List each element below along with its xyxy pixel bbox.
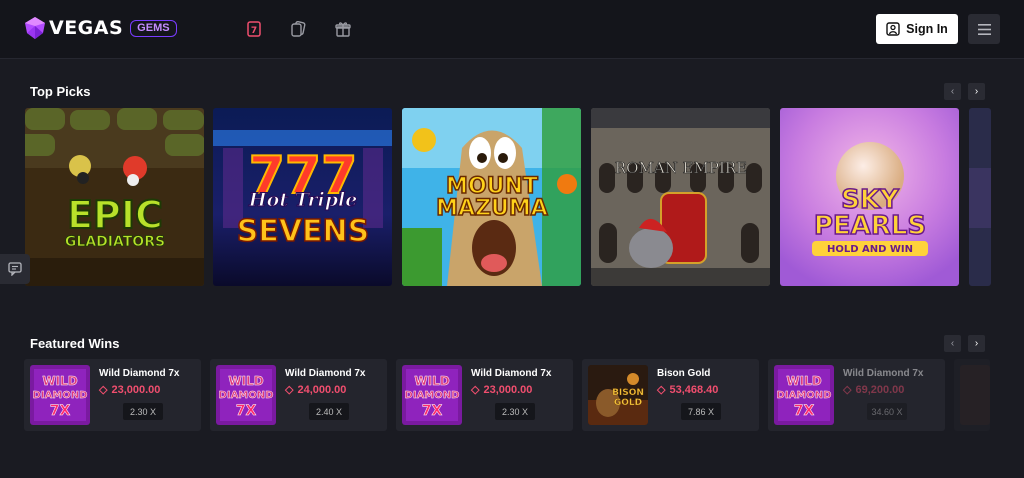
win-game-name: Wild Diamond 7x: [471, 368, 552, 379]
game-thumbnail: BISON GOLD: [588, 365, 648, 425]
game-thumbnail: WILD DIAMOND 7X: [402, 365, 462, 425]
top-picks-next-button[interactable]: ›: [968, 83, 985, 100]
game-card-line2: SEVENS: [237, 214, 370, 249]
game-card-sky-pearls[interactable]: SKY PEARLS HOLD AND WIN: [780, 108, 959, 286]
featured-win-card[interactable]: WILD DIAMOND 7X Wild Diamond 7x ◇ 23,000.…: [24, 359, 201, 431]
win-game-name: Wild Diamond 7x: [99, 368, 180, 379]
win-amount: ◇ 23,000.00: [471, 383, 533, 397]
gem-icon: ◇: [843, 384, 852, 396]
sign-in-label: Sign In: [906, 22, 948, 36]
svg-text:WILD: WILD: [228, 374, 263, 388]
game-thumbnail: WILD DIAMOND 7X: [774, 365, 834, 425]
featured-win-card[interactable]: WILD DIAMOND 7X Wild Diamond 7x ◇ 24,000.…: [210, 359, 387, 431]
featured-win-card-peek[interactable]: [954, 359, 990, 431]
top-navigation-bar: VEGAS GEMS 7 Sign In: [0, 0, 1024, 59]
game-card-epic-gladiators[interactable]: EPIC GLADIATORS: [25, 108, 204, 286]
game-card-roman-empire[interactable]: ROMAN EMPIRE: [591, 108, 770, 286]
gem-logo-icon: [25, 17, 45, 39]
featured-win-card[interactable]: BISON GOLD Bison Gold ◇ 53,468.40 7.86 X: [582, 359, 759, 431]
svg-text:7X: 7X: [50, 403, 71, 419]
svg-text:DIAMOND: DIAMOND: [777, 390, 832, 401]
featured-win-card[interactable]: WILD DIAMOND 7X Wild Diamond 7x ◇ 69,200.…: [768, 359, 945, 431]
win-game-name: Wild Diamond 7x: [843, 368, 924, 379]
game-card-line3: HOLD AND WIN: [827, 244, 913, 255]
svg-text:WILD: WILD: [414, 374, 449, 388]
top-picks-title: Top Picks: [30, 84, 91, 99]
svg-text:BISON: BISON: [612, 388, 644, 398]
gem-icon: ◇: [99, 384, 108, 396]
hamburger-menu-icon: [977, 23, 991, 35]
game-thumbnail: WILD DIAMOND 7X: [216, 365, 276, 425]
chevron-right-icon: ›: [974, 86, 979, 97]
win-multiplier: 2.40 X: [309, 403, 349, 420]
top-picks-prev-button[interactable]: ‹: [944, 83, 961, 100]
game-card-line2: PEARLS: [814, 211, 926, 241]
gem-icon: ◇: [471, 384, 480, 396]
gem-icon: ◇: [285, 384, 294, 396]
game-card-hot-triple-sevens[interactable]: 777 Hot Triple SEVENS: [213, 108, 392, 286]
game-thumbnail: [960, 365, 990, 425]
cards-icon[interactable]: [289, 20, 307, 38]
sign-in-button[interactable]: Sign In: [876, 14, 958, 44]
svg-text:GOLD: GOLD: [614, 398, 642, 408]
win-amount: ◇ 23,000.00: [99, 383, 161, 397]
logo-badge: GEMS: [130, 19, 177, 37]
game-card-line2: MAZUMA: [436, 196, 548, 221]
chat-icon: [8, 262, 22, 276]
svg-text:DIAMOND: DIAMOND: [219, 390, 274, 401]
chevron-left-icon: ‹: [950, 338, 955, 349]
hamburger-menu-button[interactable]: [968, 14, 1000, 44]
game-card-peek[interactable]: [969, 108, 991, 286]
featured-wins-prev-button[interactable]: ‹: [944, 335, 961, 352]
featured-win-card[interactable]: WILD DIAMOND 7X Wild Diamond 7x ◇ 23,000.…: [396, 359, 573, 431]
game-card-line1: Hot Triple: [248, 189, 358, 211]
win-amount: ◇ 53,468.40: [657, 383, 719, 397]
logo-wordmark: VEGAS: [49, 17, 124, 39]
win-multiplier: 7.86 X: [681, 403, 721, 420]
game-card-line1: EPIC: [67, 193, 163, 237]
svg-text:7X: 7X: [422, 403, 443, 419]
game-card-line2: GLADIATORS: [65, 234, 165, 250]
chevron-right-icon: ›: [974, 338, 979, 349]
featured-wins-next-button[interactable]: ›: [968, 335, 985, 352]
gem-icon: ◇: [657, 384, 666, 396]
win-multiplier: 2.30 X: [123, 403, 163, 420]
vegas-gems-logo[interactable]: VEGAS GEMS: [25, 17, 177, 39]
user-icon: [886, 22, 900, 36]
featured-wins-title: Featured Wins: [30, 336, 120, 351]
chevron-left-icon: ‹: [950, 86, 955, 97]
svg-text:7X: 7X: [794, 403, 815, 419]
game-card-line1: ROMAN EMPIRE: [615, 159, 747, 177]
win-amount: ◇ 24,000.00: [285, 383, 347, 397]
win-game-name: Wild Diamond 7x: [285, 368, 366, 379]
win-multiplier: 34.60 X: [867, 403, 907, 420]
game-card-mount-mazuma[interactable]: MOUNT MAZUMA: [402, 108, 581, 286]
svg-text:7X: 7X: [236, 403, 257, 419]
gift-icon[interactable]: [334, 20, 352, 38]
win-amount: ◇ 69,200.00: [843, 383, 905, 397]
win-multiplier: 2.30 X: [495, 403, 535, 420]
svg-text:DIAMOND: DIAMOND: [33, 390, 88, 401]
chat-button[interactable]: [0, 254, 30, 284]
game-thumbnail: WILD DIAMOND 7X: [30, 365, 90, 425]
svg-text:WILD: WILD: [786, 374, 821, 388]
svg-text:7: 7: [251, 26, 257, 36]
win-game-name: Bison Gold: [657, 368, 711, 379]
svg-text:DIAMOND: DIAMOND: [405, 390, 460, 401]
slots-seven-icon[interactable]: 7: [245, 20, 263, 38]
svg-text:WILD: WILD: [42, 374, 77, 388]
